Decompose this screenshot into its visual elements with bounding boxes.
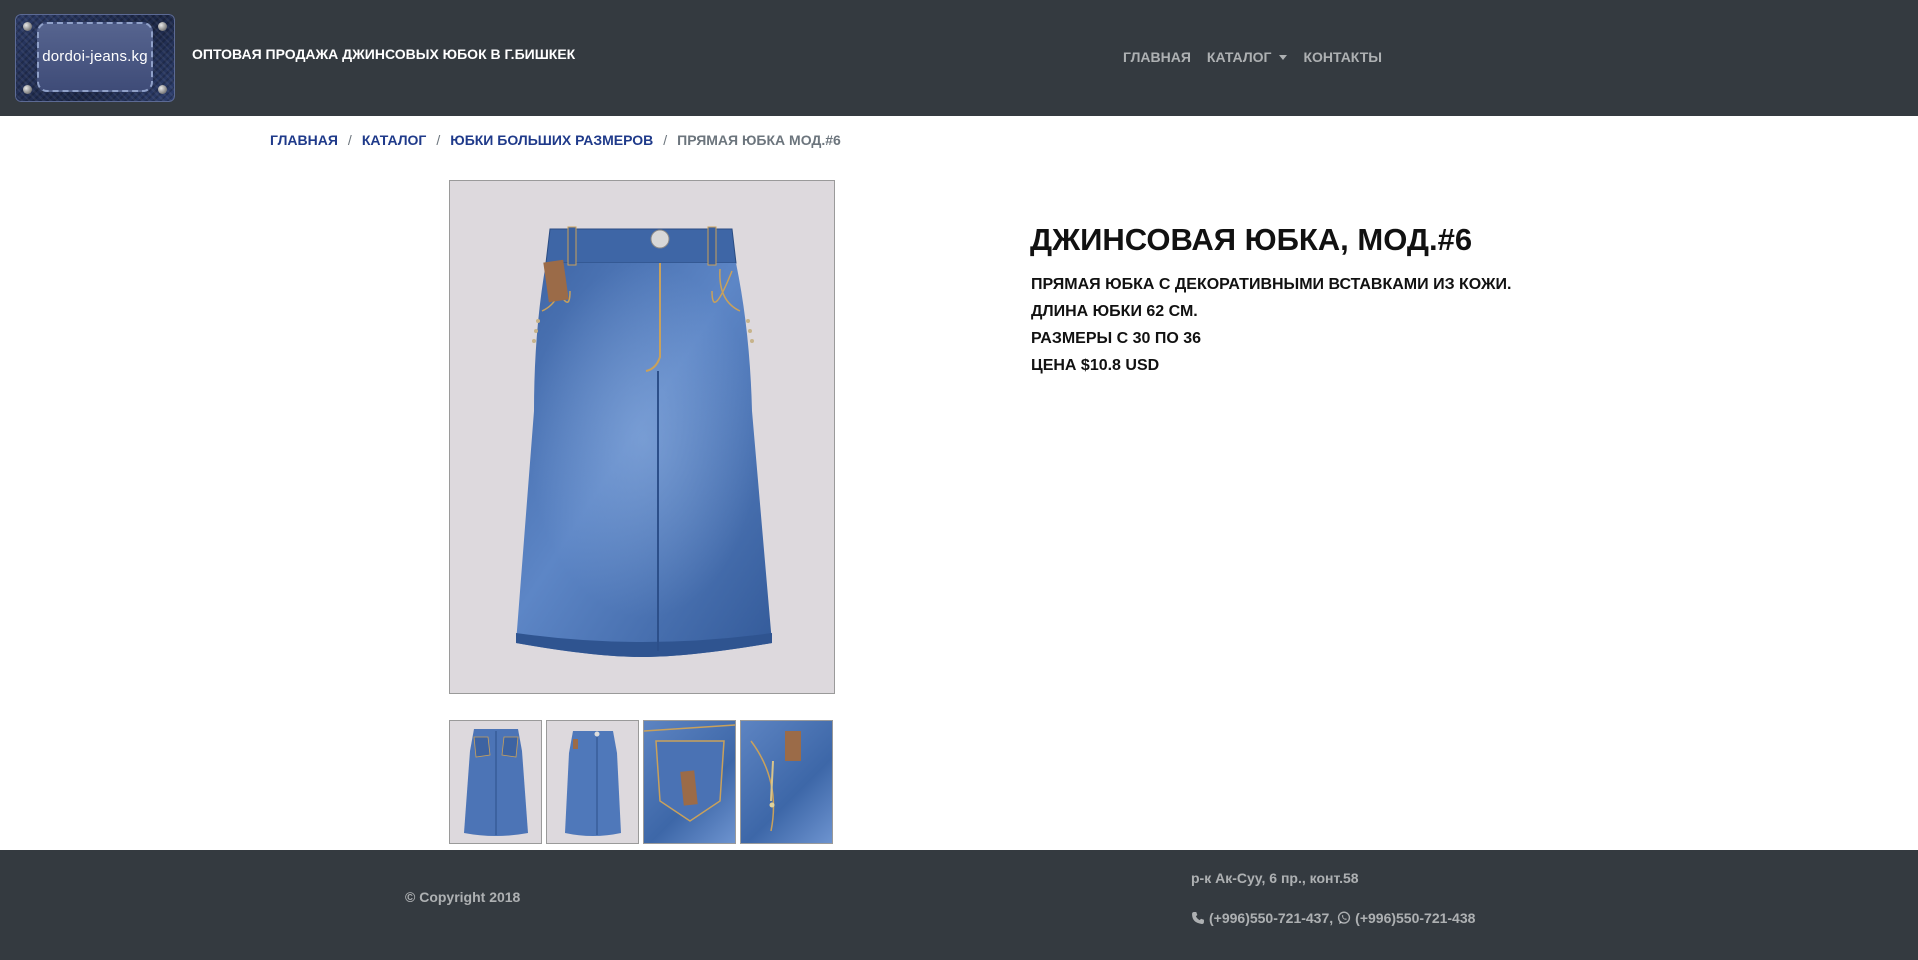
denim-skirt-image: [516, 226, 772, 657]
footer-address: р-к Ак-Суу, 6 пр., конт.58: [1191, 870, 1359, 886]
rivet-icon: [158, 85, 167, 94]
thumbnail-pocket-detail[interactable]: [643, 720, 736, 844]
rivet-icon: [158, 22, 167, 31]
navbar: dordoi-jeans.kg ОПТОВАЯ ПРОДАЖА ДЖИНСОВЫ…: [0, 0, 1918, 116]
whatsapp-icon: [1338, 911, 1351, 925]
thumbnail-front-view[interactable]: [546, 720, 639, 844]
breadcrumb-current: ПРЯМАЯ ЮБКА МОД.#6: [677, 132, 841, 148]
footer: © Copyright 2018 р-к Ак-Суу, 6 пр., конт…: [0, 850, 1918, 960]
breadcrumb-separator: /: [436, 132, 441, 148]
breadcrumb-catalog[interactable]: КАТАЛОГ: [362, 132, 427, 148]
nav-home-link[interactable]: ГЛАВНАЯ: [1123, 49, 1191, 65]
product-length: ДЛИНА ЮБКИ 62 СМ.: [1031, 303, 1198, 320]
phone-icon: [1192, 912, 1204, 924]
rivet-icon: [23, 22, 32, 31]
side-detail-image: [750, 731, 801, 832]
breadcrumb-separator: /: [347, 132, 352, 148]
nav-catalog-dropdown[interactable]: КАТАЛОГ: [1207, 49, 1288, 65]
product-price: ЦЕНА $10.8 USD: [1031, 357, 1160, 374]
skirt-back-image: [464, 729, 528, 836]
nav-catalog-label: КАТАЛОГ: [1206, 49, 1272, 65]
site-logo[interactable]: dordoi-jeans.kg: [15, 14, 175, 102]
logo-text: dordoi-jeans.kg: [42, 48, 148, 65]
thumbnail-side-detail[interactable]: [740, 720, 833, 844]
phone-number-1[interactable]: (+996)550-721-437,: [1209, 910, 1333, 926]
product-main-image[interactable]: [449, 180, 835, 694]
rivet-icon: [23, 85, 32, 94]
skirt-front-image: [565, 731, 621, 836]
copyright-text: © Copyright 2018: [405, 889, 521, 905]
main-nav: ГЛАВНАЯ КАТАЛОГ КОНТАКТЫ: [1123, 49, 1382, 65]
breadcrumb-separator: /: [663, 132, 668, 148]
logo-patch: dordoi-jeans.kg: [37, 22, 153, 92]
product-sizes: РАЗМЕРЫ С 30 ПО 36: [1031, 330, 1202, 347]
product-description-line: ПРЯМАЯ ЮБКА С ДЕКОРАТИВНЫМИ ВСТАВКАМИ ИЗ…: [1031, 276, 1512, 293]
pocket-detail-image: [644, 724, 735, 822]
breadcrumb-category[interactable]: ЮБКИ БОЛЬШИХ РАЗМЕРОВ: [450, 132, 653, 148]
thumbnail-back-view[interactable]: [449, 720, 542, 844]
caret-down-icon: [1279, 55, 1288, 60]
product-thumbnails: [449, 720, 833, 844]
product-title: ДЖИНСОВАЯ ЮБКА, МОД.#6: [1030, 222, 1473, 257]
nav-contacts-link[interactable]: КОНТАКТЫ: [1303, 49, 1381, 65]
breadcrumb-home[interactable]: ГЛАВНАЯ: [270, 132, 338, 148]
footer-phones: (+996)550-721-437, (+996)550-721-438: [1191, 910, 1475, 926]
breadcrumb: ГЛАВНАЯ / КАТАЛОГ / ЮБКИ БОЛЬШИХ РАЗМЕРО…: [270, 132, 841, 148]
brand-title[interactable]: ОПТОВАЯ ПРОДАЖА ДЖИНСОВЫХ ЮБОК В Г.БИШКЕ…: [192, 46, 575, 62]
product-description: ПРЯМАЯ ЮБКА С ДЕКОРАТИВНЫМИ ВСТАВКАМИ ИЗ…: [1031, 271, 1511, 379]
phone-number-2[interactable]: (+996)550-721-438: [1355, 910, 1475, 926]
